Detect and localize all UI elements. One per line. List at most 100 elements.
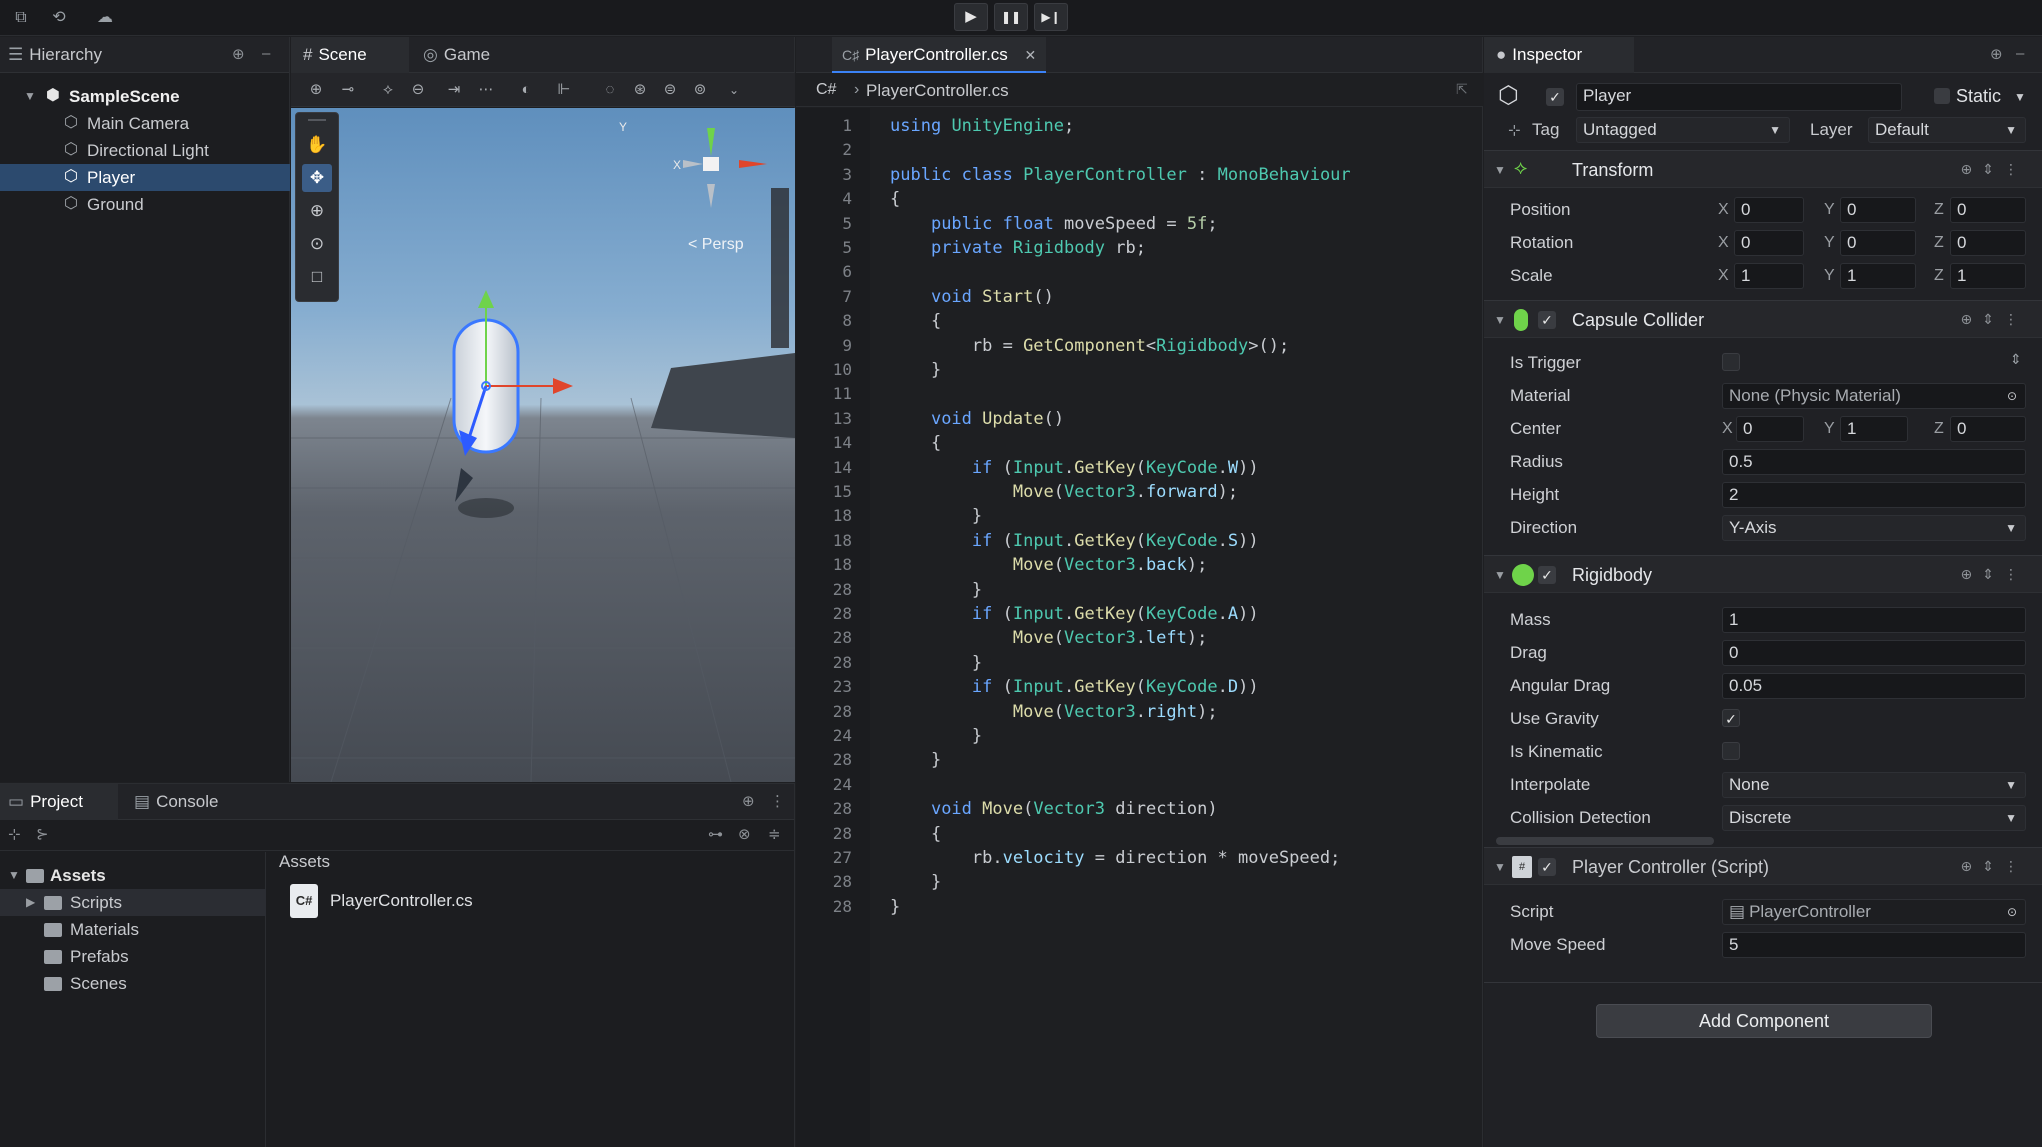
component-menu-icons[interactable]: ⊕⇕⋮	[1961, 161, 2028, 178]
enabled-checkbox[interactable]: ✓	[1538, 858, 1556, 876]
center-z-field[interactable]: 0	[1950, 416, 2026, 442]
transform-x-field[interactable]: 0	[1734, 230, 1804, 256]
pause-button[interactable]: ❚❚	[994, 3, 1028, 31]
enabled-checkbox[interactable]: ✓	[1538, 311, 1556, 329]
expand-icon[interactable]: ▼	[24, 83, 36, 110]
angular-drag-field[interactable]: 0.05	[1722, 673, 2026, 699]
audio-icon[interactable]: ⊖	[405, 77, 431, 103]
drag-handle[interactable]	[308, 119, 326, 121]
layer-dropdown[interactable]: Default ▼	[1868, 117, 2026, 143]
filter-icon[interactable]: ⊶	[708, 825, 723, 843]
drag-field[interactable]: 0	[1722, 640, 2026, 666]
expand-icon[interactable]: ▼	[1494, 568, 1506, 582]
code-line[interactable]: if (Input.GetKey(KeyCode.A))	[890, 604, 1259, 624]
object-picker-icon[interactable]: ⊙	[2007, 384, 2017, 408]
lock-icon[interactable]: ⊕	[1990, 45, 2003, 63]
menu-icon[interactable]: ⋮	[770, 792, 785, 810]
close-icon[interactable]: ✕	[1025, 47, 1037, 63]
tree-item-scripts[interactable]: ▶ Scripts	[0, 889, 266, 916]
radius-field[interactable]: 0.5	[1722, 449, 2026, 475]
tree-item-materials[interactable]: Materials	[0, 916, 266, 943]
expand-icon[interactable]: ▼	[1494, 860, 1506, 874]
use-gravity-checkbox[interactable]: ✓	[1722, 709, 1740, 727]
code-line[interactable]: }	[890, 506, 982, 526]
orbit-icon[interactable]: ⊜	[657, 77, 683, 103]
2d-icon[interactable]: ⊸	[335, 77, 361, 103]
code-line[interactable]: rb = GetComponent<Rigidbody>();	[890, 336, 1289, 356]
code-line[interactable]: }	[890, 360, 941, 380]
tab-scene[interactable]: # Scene	[291, 37, 409, 73]
code-line[interactable]: public class PlayerController : MonoBeha…	[890, 165, 1351, 185]
enabled-checkbox[interactable]: ✓	[1538, 566, 1556, 584]
code-line[interactable]: {	[890, 311, 941, 331]
file-playercontroller[interactable]: PlayerController.cs	[330, 891, 473, 911]
code-area[interactable]: using UnityEngine; public class PlayerCon…	[796, 108, 1483, 1147]
hierarchy-item-ground[interactable]: ⬡ Ground	[0, 191, 290, 218]
code-line[interactable]: }	[890, 726, 982, 746]
lock-icon[interactable]: ⊕	[742, 792, 755, 810]
tab-game[interactable]: ◎ Game	[413, 37, 500, 73]
transform-y-field[interactable]: 0	[1840, 230, 1916, 256]
code-line[interactable]: Move(Vector3.left);	[890, 628, 1208, 648]
move-tool-icon[interactable]: ✥	[302, 164, 332, 192]
scene-row[interactable]: ▼ ⬢ SampleScene	[0, 83, 290, 110]
hierarchy-item-main-camera[interactable]: ⬡ Main Camera	[0, 110, 290, 137]
tag-dropdown[interactable]: Untagged ▼	[1576, 117, 1790, 143]
tab-project[interactable]: ▭ Project	[0, 784, 118, 820]
create-icon[interactable]: ⊹	[8, 825, 21, 843]
split-icon[interactable]: ⇱	[1456, 81, 1468, 98]
transform-y-field[interactable]: 0	[1840, 197, 1916, 223]
capsule-collider-header[interactable]: ▼ ✓ Capsule Collider ⊕⇕⋮	[1484, 300, 2042, 338]
global-icon[interactable]: ⊛	[627, 77, 653, 103]
step-button[interactable]: ▶❙	[1034, 3, 1068, 31]
transform-z-field[interactable]: 0	[1950, 197, 2026, 223]
active-checkbox[interactable]: ✓	[1546, 88, 1564, 106]
tab-hierarchy[interactable]: ☰ Hierarchy	[0, 37, 112, 73]
collision-detection-dropdown[interactable]: Discrete ▼	[1722, 805, 2026, 831]
transform-z-field[interactable]: 0	[1950, 230, 2026, 256]
tree-item-assets[interactable]: ▼ Assets	[0, 862, 266, 889]
center-y-field[interactable]: 1	[1840, 416, 1908, 442]
code-line[interactable]: Move(Vector3.back);	[890, 555, 1208, 575]
snap-icon[interactable]: ⊩	[551, 77, 577, 103]
collab-icon[interactable]: ⟲	[46, 6, 72, 30]
pivot-icon[interactable]: ◌	[597, 77, 623, 103]
interpolate-dropdown[interactable]: None ▼	[1722, 772, 2026, 798]
scale-tool-icon[interactable]: ⊙	[302, 230, 332, 258]
rigidbody-header[interactable]: ▼ ✓ Rigidbody ⊕⇕⋮	[1484, 555, 2042, 593]
code-line[interactable]: }	[890, 897, 900, 917]
expand-icon[interactable]: ▼	[1494, 163, 1506, 177]
code-line[interactable]: private Rigidbody rb;	[890, 238, 1146, 258]
lighting-icon[interactable]: ⟡	[375, 77, 401, 103]
code-line[interactable]: }	[890, 750, 941, 770]
code-line[interactable]: {	[890, 824, 941, 844]
camera-icon[interactable]: ◐	[513, 77, 539, 103]
code-line[interactable]: void Update()	[890, 409, 1064, 429]
tree-item-scenes[interactable]: Scenes	[0, 970, 266, 997]
tab-playercontroller[interactable]: C♯ PlayerController.cs ✕	[832, 37, 1047, 73]
persp-label[interactable]: < Persp	[688, 236, 744, 254]
expand-icon[interactable]: ▶	[26, 889, 35, 916]
search-icon[interactable]: ⊱	[36, 825, 49, 843]
hierarchy-item-player[interactable]: ⬡ Player	[0, 164, 290, 191]
transform-x-field[interactable]: 1	[1734, 263, 1804, 289]
mass-field[interactable]: 1	[1722, 607, 2026, 633]
transform-y-field[interactable]: 1	[1840, 263, 1916, 289]
scene-viewport[interactable]: Y X < Persp ✋ ✥ ⊕ ⊙ □	[291, 108, 795, 782]
code-line[interactable]: rb.velocity = direction * moveSpeed;	[890, 848, 1340, 868]
breadcrumb-file[interactable]: PlayerController.cs	[866, 81, 1009, 101]
component-menu-icons[interactable]: ⊕⇕⋮	[1961, 566, 2028, 583]
lock-icon[interactable]: ⊕	[232, 45, 245, 63]
hand-tool-icon[interactable]: ✋	[302, 131, 332, 159]
assets-breadcrumb[interactable]: Assets	[279, 852, 330, 872]
chevron-down-icon[interactable]: ▼	[2014, 90, 2026, 104]
gizmos-icon[interactable]: ⊚	[687, 77, 713, 103]
menu-icon[interactable]: –	[262, 45, 270, 62]
code-line[interactable]: void Move(Vector3 direction)	[890, 799, 1218, 819]
static-checkbox[interactable]	[1934, 88, 1950, 104]
scrollbar[interactable]	[1496, 837, 1714, 845]
code-line[interactable]: if (Input.GetKey(KeyCode.D))	[890, 677, 1259, 697]
expand-icon[interactable]: ▼	[8, 862, 20, 889]
height-field[interactable]: 2	[1722, 482, 2026, 508]
csharp-file-icon[interactable]: C#	[290, 884, 318, 918]
